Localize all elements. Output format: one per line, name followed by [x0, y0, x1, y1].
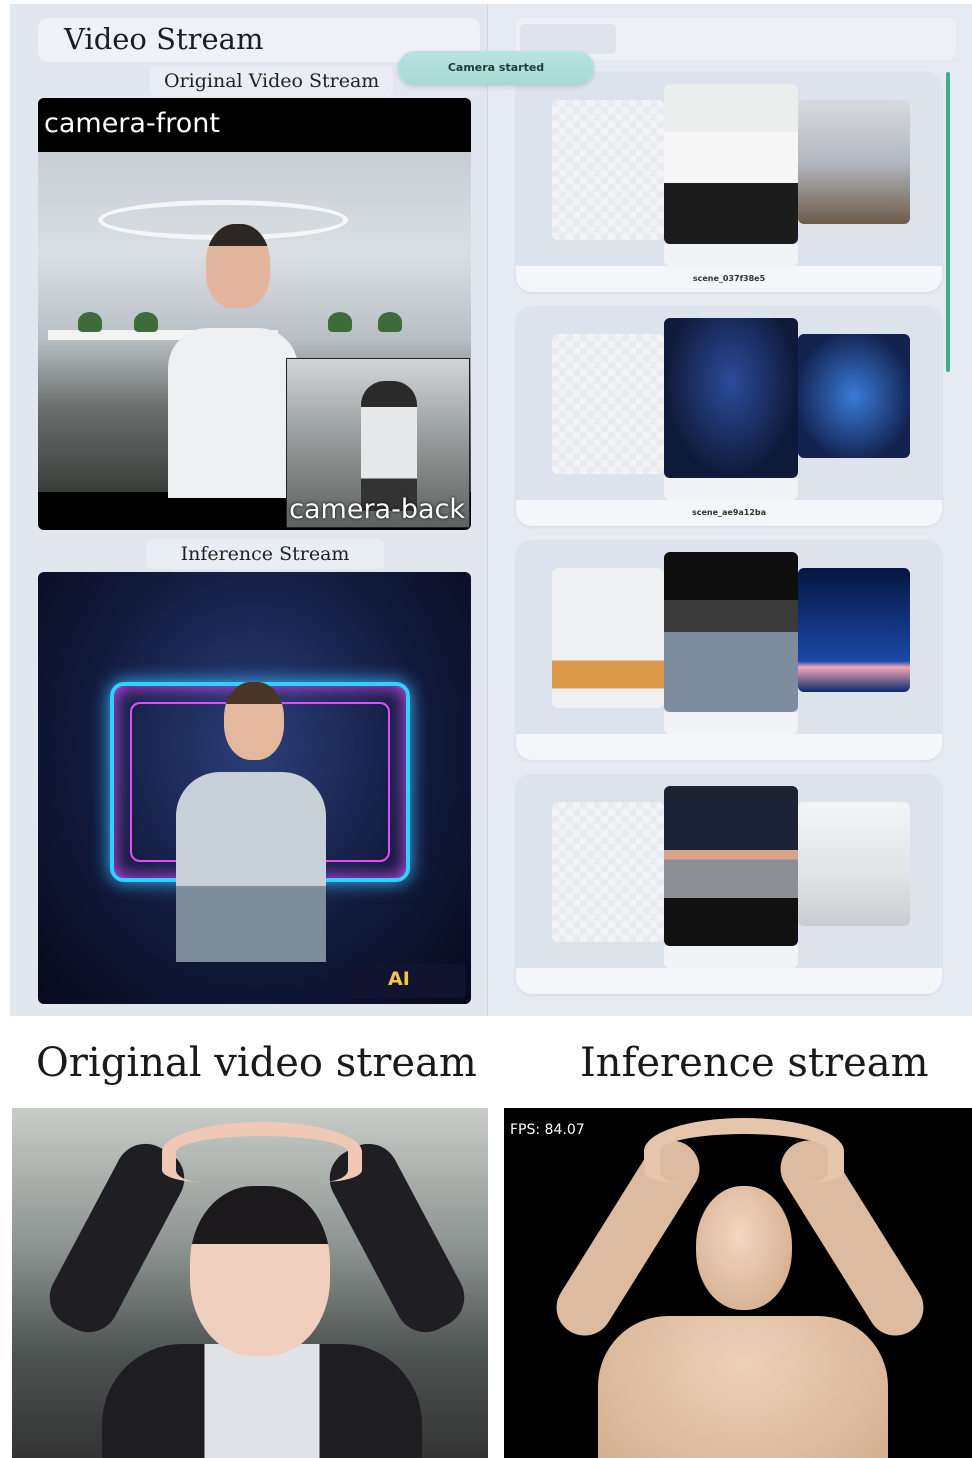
camera-back-pip[interactable]: camera-back — [286, 358, 470, 528]
original-stream-heading: Original video stream — [36, 1040, 477, 1086]
thumb-caption-bar — [664, 946, 798, 968]
scene-avatar-thumb[interactable] — [664, 552, 798, 712]
avatar-body — [168, 328, 298, 498]
scene-id-label: scene_ae9a12ba — [516, 500, 942, 526]
inference-avatar-head — [224, 682, 284, 760]
back-camera-person — [361, 381, 417, 511]
camera-front-strip: camera-front — [38, 98, 471, 152]
mesh-heart-hands — [644, 1118, 844, 1184]
scene-card[interactable]: scene_037f38e5 — [516, 72, 942, 292]
scene-avatar-thumb[interactable] — [664, 318, 798, 478]
scene-avatar-thumb[interactable] — [664, 786, 798, 946]
plant-icon — [78, 312, 102, 332]
scene-card[interactable] — [516, 540, 942, 760]
inference-avatar-body — [176, 772, 326, 962]
scene-id-label — [516, 734, 942, 760]
inference-video-view[interactable]: AI — [38, 572, 471, 1004]
inference-render-frame: FPS: 84.07 — [504, 1108, 972, 1458]
avatar-head — [206, 224, 270, 308]
scene-foreground-thumb[interactable] — [552, 100, 664, 240]
thumb-caption-bar — [664, 478, 798, 500]
scene-panel-tab[interactable] — [520, 24, 616, 54]
toast-notification: Camera started — [398, 51, 594, 85]
camera-front-label: camera-front — [44, 108, 220, 139]
scene-id-label: scene_037f38e5 — [516, 266, 942, 292]
inference-stream-label: Inference Stream — [146, 539, 384, 569]
page-title: Video Stream — [64, 22, 264, 56]
scene-foreground-thumb[interactable] — [552, 334, 664, 474]
mesh-head — [696, 1186, 792, 1310]
scene-background-thumb[interactable] — [798, 802, 910, 926]
scene-card[interactable]: scene_ae9a12ba — [516, 306, 942, 526]
left-panel: Video Stream Original Video Stream camer… — [10, 4, 488, 1016]
original-video-frame — [12, 1108, 488, 1458]
plant-icon — [378, 312, 402, 332]
original-stream-label: Original Video Stream — [150, 66, 394, 96]
scene-id-label — [516, 968, 942, 994]
original-video-view[interactable]: camera-front camera-back — [38, 98, 471, 530]
scene-avatar-thumb[interactable] — [664, 84, 798, 244]
scene-list-scrollbar[interactable] — [946, 72, 950, 372]
scene-card[interactable] — [516, 774, 942, 994]
watermark-text: AI — [388, 968, 410, 990]
plant-icon — [328, 312, 352, 332]
scene-background-thumb[interactable] — [798, 100, 910, 224]
inference-stream-heading: Inference stream — [580, 1040, 929, 1086]
watermark-logo: AI — [350, 964, 466, 998]
thumb-caption-bar — [664, 712, 798, 734]
scene-background-thumb[interactable] — [798, 334, 910, 458]
plant-icon — [134, 312, 158, 332]
avatar-head — [190, 1186, 330, 1356]
avatar-body — [102, 1344, 422, 1458]
fps-counter: FPS: 84.07 — [510, 1122, 585, 1138]
camera-back-label: camera-back — [289, 494, 465, 525]
scene-background-thumb[interactable] — [798, 568, 910, 692]
heart-hands — [162, 1122, 362, 1182]
scene-foreground-thumb[interactable] — [552, 802, 664, 942]
thumb-caption-bar — [664, 244, 798, 266]
mesh-body — [598, 1316, 888, 1458]
scene-foreground-thumb[interactable] — [552, 568, 664, 708]
